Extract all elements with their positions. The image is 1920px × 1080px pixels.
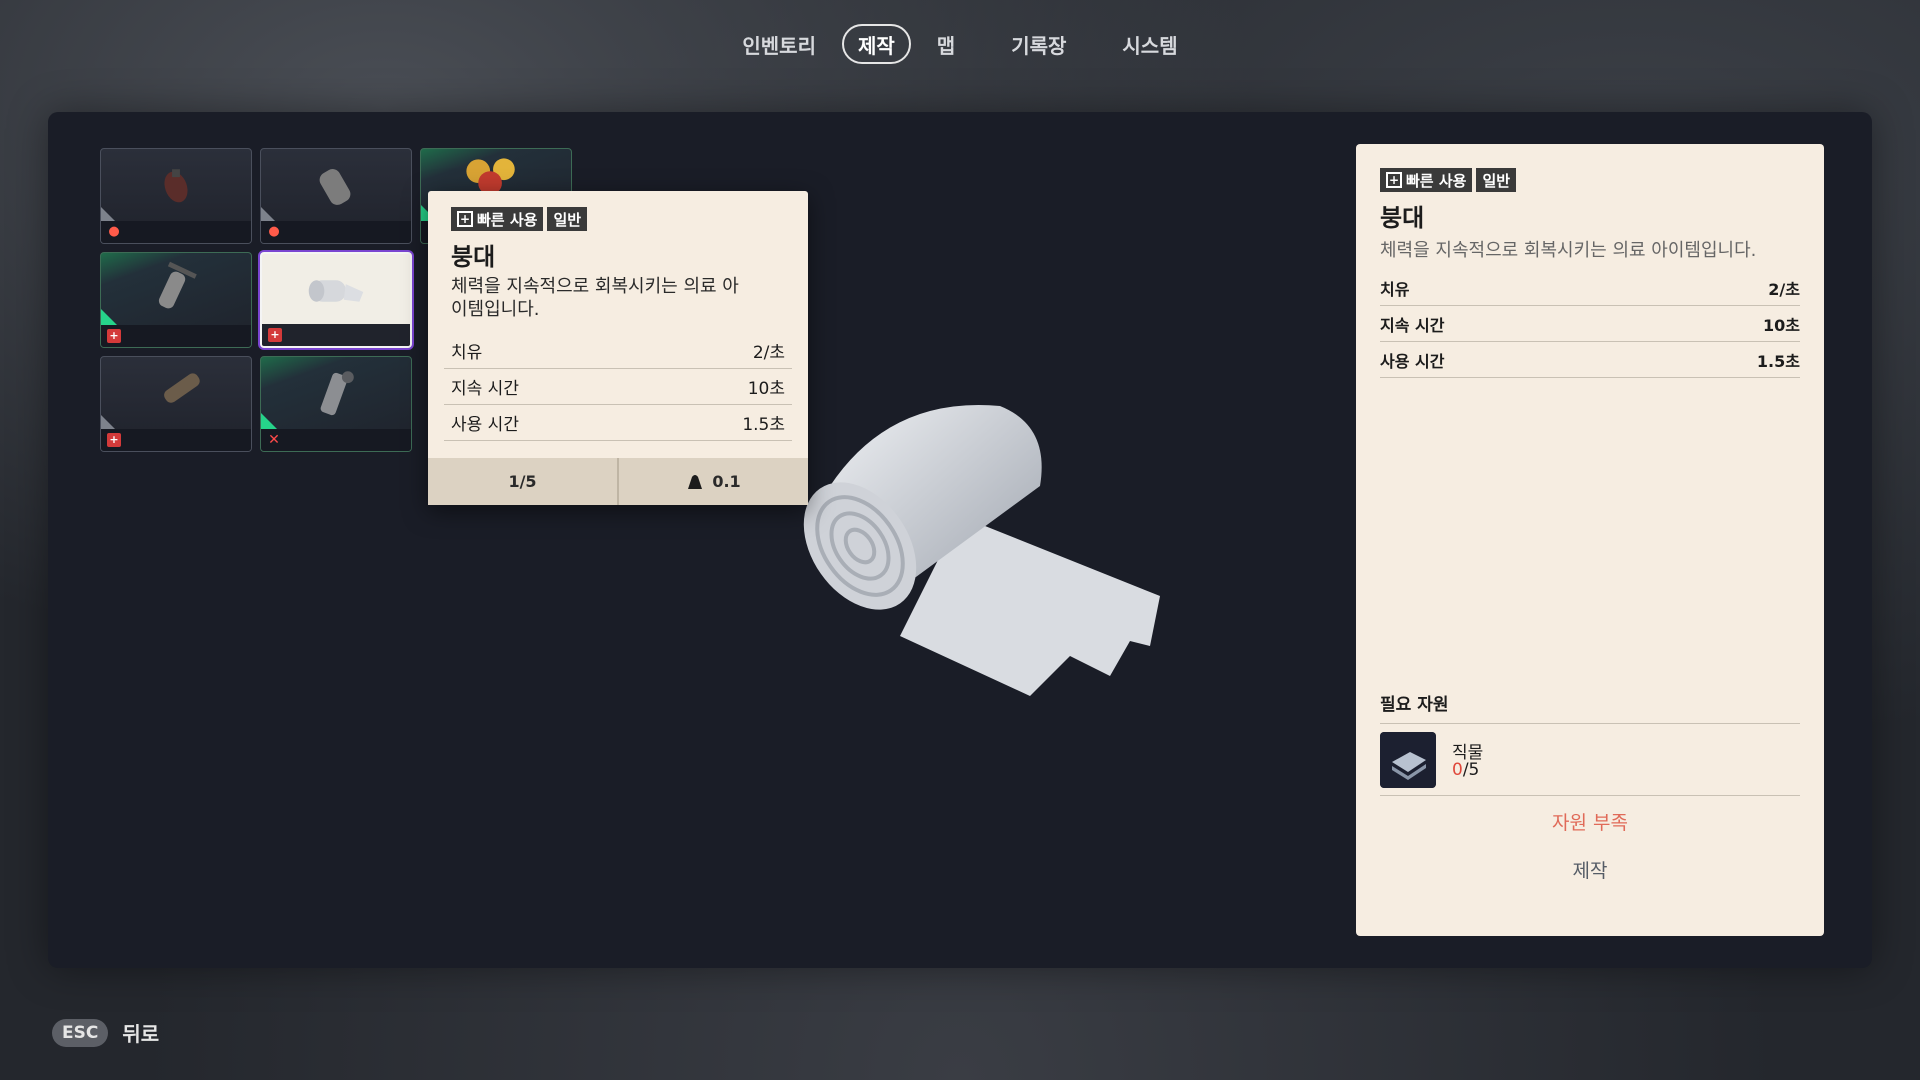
quick-use-label: 빠른 사용: [1406, 171, 1467, 190]
stat-row: 사용 시간 1.5초: [1380, 342, 1800, 378]
stat-value: 10초: [1763, 315, 1800, 335]
item-slot[interactable]: ✕: [260, 356, 412, 452]
food-category-icon: ●: [108, 224, 120, 239]
stat-value: 10초: [747, 379, 785, 399]
stat-label: 지속 시간: [451, 379, 519, 399]
stat-row: 지속 시간 10초: [1380, 306, 1800, 342]
item-tooltip: + 빠른 사용 일반 붕대 체력을 지속적으로 회복시키는 의료 아이템입니다.…: [428, 191, 808, 505]
item-detail-panel: + 빠른 사용 일반 붕대 체력을 지속적으로 회복시키는 의료 아이템입니다.…: [1356, 144, 1824, 936]
item-slot[interactable]: ●: [100, 148, 252, 244]
tool-item-icon: [320, 371, 354, 416]
required-resource-item: 직물 0/5: [1380, 728, 1800, 796]
stat-row: 치유 2/초: [1380, 270, 1800, 306]
tab-system[interactable]: 시스템: [1106, 24, 1193, 64]
tab-map[interactable]: 맵: [921, 24, 971, 64]
stat-label: 사용 시간: [451, 415, 519, 435]
item-slot[interactable]: +: [100, 252, 252, 348]
stat-row: 치유 2/초: [444, 333, 792, 369]
item-tags: + 빠른 사용 일반: [1380, 168, 1517, 192]
tab-inventory[interactable]: 인벤토리: [726, 24, 832, 64]
item-weight-value: 0.1: [712, 472, 741, 491]
stat-label: 지속 시간: [1380, 315, 1445, 335]
stat-value: 1.5초: [1756, 351, 1800, 371]
quick-use-label: 빠른 사용: [477, 210, 538, 229]
top-nav: 인벤토리 제작 맵 기록장 시스템: [0, 24, 1920, 64]
item-description: 체력을 지속적으로 회복시키는 의료 아이템입니다.: [1380, 240, 1757, 261]
stack-count-value: 1/5: [508, 472, 537, 491]
stat-label: 치유: [451, 343, 483, 363]
stat-row: 사용 시간 1.5초: [444, 405, 792, 441]
stat-value: 2/초: [1768, 279, 1800, 299]
insufficient-resources-text: 자원 부족: [1552, 812, 1628, 834]
resource-have: 0: [1452, 760, 1463, 780]
medical-category-icon: +: [107, 433, 121, 447]
tab-crafting[interactable]: 제작: [841, 24, 911, 64]
medical-category-icon: +: [107, 329, 121, 343]
item-slot[interactable]: +: [100, 356, 252, 452]
item-tags: + 빠른 사용 일반: [451, 207, 588, 231]
item-slot-selected[interactable]: +: [260, 252, 412, 348]
craft-button[interactable]: 제작: [1540, 856, 1640, 888]
plus-box-icon: +: [1386, 172, 1402, 188]
back-label: 뒤로: [122, 1022, 160, 1046]
weight-icon: [688, 474, 703, 489]
item-description: 체력을 지속적으로 회복시키는 의료 아이템입니다.: [451, 276, 739, 320]
stat-label: 치유: [1380, 279, 1410, 299]
item-stats: 치유 2/초 지속 시간 10초 사용 시간 1.5초: [1380, 270, 1800, 378]
item-name: 붕대: [451, 243, 496, 271]
tooltip-footer: 1/5 0.1: [428, 458, 808, 505]
stat-value: 1.5초: [742, 415, 785, 435]
injector-item-icon: [158, 261, 197, 309]
required-resources-title: 필요 자원: [1380, 690, 1800, 724]
item-slot[interactable]: ●: [260, 148, 412, 244]
rarity-tag: 일반: [547, 207, 588, 231]
item-name: 붕대: [1380, 204, 1425, 232]
item-stats: 치유 2/초 지속 시간 10초 사용 시간 1.5초: [444, 333, 792, 441]
bandage-item-icon: [308, 280, 364, 302]
resource-need: /5: [1462, 760, 1480, 780]
quick-use-tag: + 빠른 사용: [1380, 168, 1473, 192]
fabric-resource-icon: [1380, 732, 1436, 788]
item-weight: 0.1: [617, 458, 808, 505]
quick-use-tag: + 빠른 사용: [451, 207, 544, 231]
bandage-3d-preview: [803, 405, 1160, 696]
resource-count: 0/5: [1452, 760, 1479, 780]
medical-category-icon: +: [268, 328, 282, 342]
stat-label: 사용 시간: [1380, 351, 1445, 371]
back-hint[interactable]: ESC 뒤로: [52, 1018, 159, 1047]
esc-key-icon: ESC: [52, 1018, 109, 1047]
bottle-item-icon: [164, 373, 200, 403]
canteen-item-icon: [319, 169, 351, 205]
stack-count: 1/5: [428, 458, 617, 505]
stat-row: 지속 시간 10초: [444, 369, 792, 405]
tab-journal[interactable]: 기록장: [995, 24, 1082, 64]
food-category-icon: ●: [268, 224, 280, 239]
plus-box-icon: +: [457, 211, 473, 227]
stat-value: 2/초: [752, 343, 785, 363]
grenade-item-icon: [164, 169, 188, 203]
rarity-tag: 일반: [1476, 168, 1517, 192]
tool-category-icon: ✕: [268, 432, 280, 448]
